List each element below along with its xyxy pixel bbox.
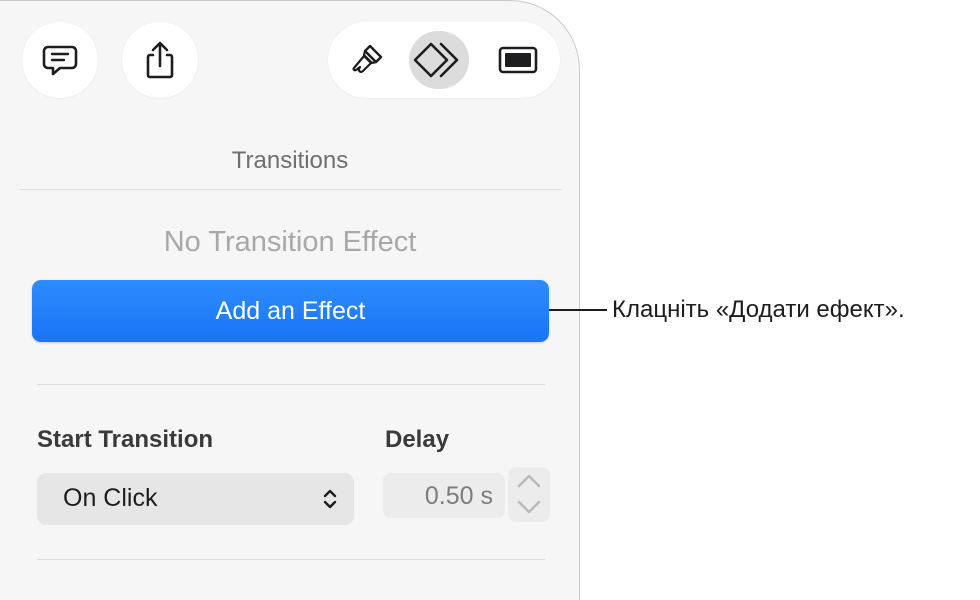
comment-button[interactable] (22, 22, 98, 98)
share-button[interactable] (122, 22, 198, 98)
start-transition-select[interactable]: On Click (37, 473, 354, 525)
format-sidebar: Transitions No Transition Effect Add an … (0, 0, 580, 600)
add-effect-button[interactable]: Add an Effect (32, 280, 549, 342)
section-divider (37, 384, 545, 385)
callout-text: Клацніть «Додати ефект». (612, 296, 905, 323)
comment-icon (40, 40, 80, 80)
empty-state-text: No Transition Effect (163, 226, 417, 258)
paintbrush-icon (347, 40, 387, 80)
delay-value: 0.50 s (424, 482, 493, 510)
section-title: Transitions (231, 147, 349, 174)
callout-line (549, 309, 607, 311)
delay-label: Delay (385, 426, 450, 453)
start-transition-value: On Click (63, 484, 158, 512)
share-icon (140, 38, 180, 82)
start-transition-label: Start Transition (37, 426, 214, 453)
delay-field[interactable]: 0.50 s (383, 473, 505, 518)
chevron-up-down-icon (322, 487, 338, 511)
format-tab[interactable] (337, 31, 397, 89)
document-icon (496, 42, 540, 78)
animate-diamond-icon (413, 40, 465, 80)
document-tab[interactable] (488, 31, 548, 89)
delay-stepper[interactable] (508, 467, 550, 522)
header-divider (20, 189, 562, 190)
stepper-down-icon[interactable] (516, 497, 542, 517)
stepper-up-icon[interactable] (516, 471, 542, 491)
bottom-divider (37, 559, 545, 560)
animate-tab[interactable] (409, 31, 469, 89)
inspector-tab-group (328, 22, 560, 98)
